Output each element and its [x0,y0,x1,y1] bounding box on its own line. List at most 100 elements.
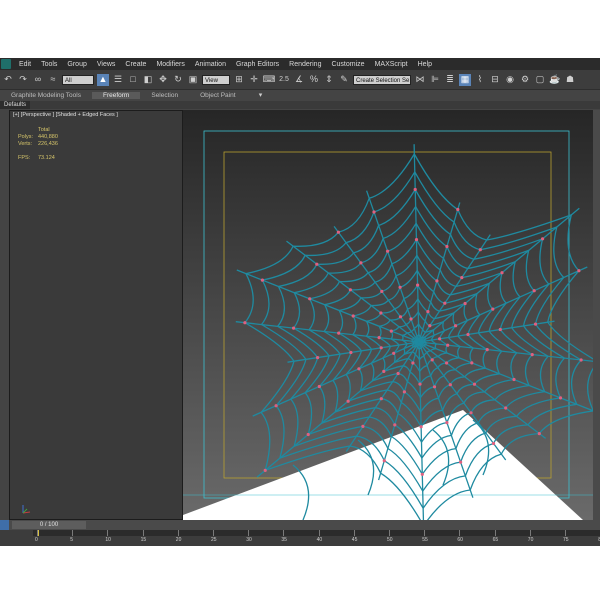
web-vertex [532,289,536,293]
menu-graph-editors[interactable]: Graph Editors [231,61,284,68]
spinner-snap-icon[interactable]: ⇕ [323,74,335,86]
web-vertex [359,261,363,265]
web-vertex [351,314,355,318]
scale-icon[interactable]: ▣ [187,74,199,86]
time-slider[interactable]: 0 / 100 [12,521,86,529]
web-vertex [349,350,353,355]
timeline-tick-label: 50 [387,537,393,543]
timeline-tick-label: 30 [246,537,252,543]
web-vertex [430,358,434,362]
tab-graphite-modeling-tools[interactable]: Graphite Modeling Tools [0,92,92,99]
track-bar[interactable]: 05101520253035404550556065707580 [0,530,600,546]
web-vertex [414,238,419,242]
mirror-icon[interactable]: ⋈ [414,74,426,86]
rotate-icon[interactable]: ↻ [172,74,184,86]
web-vertex [382,369,386,373]
menu-help[interactable]: Help [413,61,437,68]
web-vertex [579,358,583,362]
menu-views[interactable]: Views [92,61,121,68]
tab-freeform[interactable]: Freeform [91,92,141,99]
layer-manager-icon[interactable]: ≣ [444,74,456,86]
time-bar: 0 / 100 [0,520,600,530]
select-by-name-icon[interactable]: ☰ [112,74,124,86]
fps-label: FPS: [18,155,31,161]
menu-modifiers[interactable]: Modifiers [151,61,189,68]
web-vertex [504,406,508,410]
timeline-tick-label: 45 [351,537,358,543]
named-selection-dropdown[interactable]: Create Selection Se [353,74,411,85]
render-teapot-icon[interactable]: ☕ [549,74,561,86]
graphite-toggle-icon[interactable]: ▦ [459,73,471,86]
render-production-icon[interactable]: ☗ [564,74,576,86]
menu-maxscript[interactable]: MAXScript [370,61,413,68]
tab-selection[interactable]: Selection [140,92,189,99]
web-vertex [512,377,516,382]
web-vertex [263,468,267,472]
web-vertex [445,421,449,425]
menu-animation[interactable]: Animation [190,61,231,68]
perspective-viewport[interactable]: [+] [Perspective ] [Shaded + Edged Faces… [9,110,600,520]
timeline-tick [565,530,566,536]
rendered-frame-icon[interactable]: ▢ [534,74,546,86]
defaults-tab[interactable]: Defaults [0,101,31,109]
tab-object-paint[interactable]: Object Paint [189,92,246,99]
menu-rendering[interactable]: Rendering [284,61,326,68]
link-icon[interactable]: ∞ [32,74,44,86]
web-vertex [445,244,449,249]
selection-filter-dropdown[interactable]: All [62,74,94,85]
menu-edit[interactable]: Edit [14,61,36,68]
web-vertex [377,336,381,340]
edit-named-selection-icon[interactable]: ✎ [338,74,350,86]
material-editor-icon[interactable]: ◉ [504,74,516,86]
angle-snap-icon[interactable]: ∡ [293,74,305,86]
move-icon[interactable]: ✥ [157,74,169,86]
undo-icon[interactable]: ↶ [2,74,14,86]
web-vertex [541,237,545,241]
verts-value: 226,436 [38,141,58,147]
web-vertex [396,371,400,376]
snap-toggle-icon[interactable]: 2.5 [278,74,290,86]
select-object-icon[interactable]: ▲ [97,73,109,86]
polys-value: 440,880 [38,134,58,140]
menu-tools[interactable]: Tools [36,61,62,68]
web-vertex [348,288,352,292]
web-vertex [418,382,422,386]
stats-header: Total [38,127,50,133]
viewport-label[interactable]: [+] [Perspective ] [Shaded + Edged Faces… [13,112,118,118]
web-vertex [420,472,424,476]
web-vertex [346,399,350,403]
select-manipulate-icon[interactable]: ✛ [248,74,260,86]
menu-create[interactable]: Create [120,61,151,68]
timeline-tick-label: 25 [211,537,217,543]
track-strip[interactable] [33,530,600,536]
time-config-icon[interactable] [0,520,9,530]
rect-selection-icon[interactable]: □ [127,74,139,86]
web-vertex [419,425,423,429]
reference-coordinate-dropdown[interactable]: View [202,74,230,85]
ribbon-subtab: Defaults [0,101,600,109]
redo-icon[interactable]: ↷ [17,74,29,86]
web-vertex [416,283,420,287]
ribbon-options-icon[interactable]: ▾ [255,90,267,102]
spider-web-scene[interactable] [183,110,593,520]
web-vertex [380,289,384,293]
timeline-tick [494,530,496,536]
percent-snap-icon[interactable]: % [308,74,320,86]
web-vertex [537,432,541,436]
keyboard-shortcut-icon[interactable]: ⌨ [263,74,276,86]
web-vertex [438,337,442,341]
web-vertex [485,348,489,352]
menu-group[interactable]: Group [62,61,91,68]
web-vertex [393,423,397,427]
pivot-icon[interactable]: ⊞ [233,74,245,86]
menu-bar: Edit Tools Group Views Create Modifiers … [0,58,600,70]
align-icon[interactable]: ⊫ [429,74,441,86]
app-logo-icon[interactable] [1,59,11,69]
curve-editor-icon[interactable]: ⌇ [474,74,486,86]
schematic-view-icon[interactable]: ⊟ [489,74,501,86]
web-vertex [456,207,460,212]
window-crossing-icon[interactable]: ◧ [142,74,154,86]
unlink-icon[interactable]: ≈ [47,74,59,86]
menu-customize[interactable]: Customize [326,61,369,68]
render-setup-icon[interactable]: ⚙ [519,74,531,86]
